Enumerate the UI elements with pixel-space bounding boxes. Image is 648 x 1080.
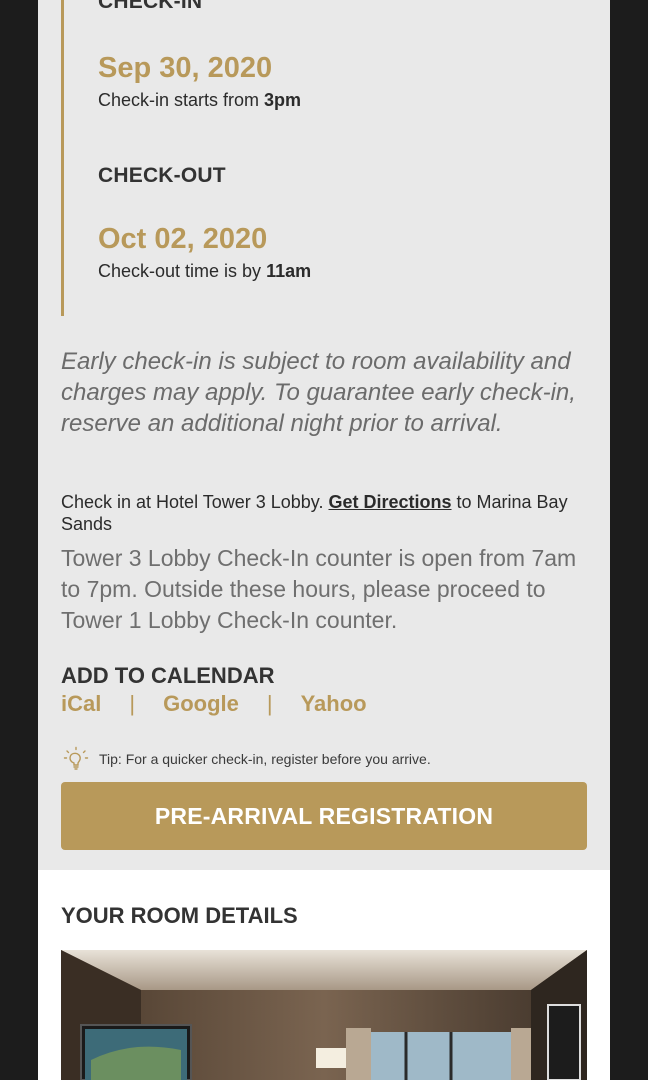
checkout-label: CHECK-OUT <box>98 164 226 187</box>
counter-hours-note: Tower 3 Lobby Check-In counter is open f… <box>61 545 577 633</box>
add-to-calendar-title: ADD TO CALENDAR <box>61 663 275 688</box>
pre-arrival-registration-button[interactable]: PRE-ARRIVAL REGISTRATION <box>61 782 587 850</box>
tip-text: Tip: For a quicker check-in, register be… <box>99 751 431 767</box>
checkout-date: Oct 02, 2020 <box>98 223 268 255</box>
checkout-time-note: Check-out time is by 11am <box>98 261 311 282</box>
tip-row: Tip: For a quicker check-in, register be… <box>63 746 431 772</box>
yahoo-calendar-link[interactable]: Yahoo <box>301 691 367 717</box>
location-prefix: Check in at Hotel Tower 3 Lobby. <box>61 492 329 512</box>
checkin-time-note: Check-in starts from 3pm <box>98 90 301 111</box>
checkin-note-text: Check-in starts from <box>98 90 265 110</box>
checkin-date: Sep 30, 2020 <box>98 52 273 84</box>
checkin-location: Check in at Hotel Tower 3 Lobby. Get Dir… <box>61 491 581 535</box>
checkout-time: 11am <box>266 261 312 281</box>
separator: | <box>266 691 273 716</box>
checkin-time: 3pm <box>264 90 302 110</box>
room-photo <box>61 950 587 1080</box>
checkout-note-text: Check-out time is by <box>98 261 267 281</box>
separator: | <box>129 691 136 716</box>
calendar-links: iCal | Google | Yahoo <box>61 691 367 717</box>
dates-block: CHECK-IN Sep 30, 2020 Check-in starts fr… <box>61 0 464 316</box>
lightbulb-icon <box>63 746 89 770</box>
google-calendar-link[interactable]: Google <box>163 691 239 717</box>
ical-link[interactable]: iCal <box>61 691 101 717</box>
checkin-label: CHECK-IN <box>98 0 203 13</box>
early-checkin-note: Early check-in is subject to room availa… <box>61 348 576 437</box>
get-directions-link[interactable]: Get Directions <box>328 492 451 512</box>
room-details-title: YOUR ROOM DETAILS <box>61 903 298 928</box>
